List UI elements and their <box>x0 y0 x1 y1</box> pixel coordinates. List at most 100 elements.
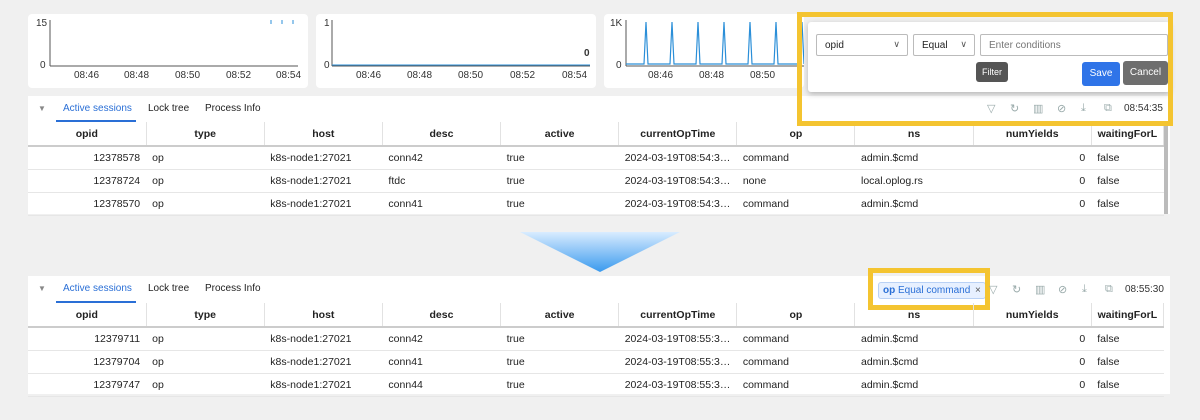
column-header[interactable]: active <box>500 303 620 328</box>
cell: command <box>736 192 855 216</box>
cell: 0 <box>973 192 1092 216</box>
cell: admin.$cmd <box>854 146 974 170</box>
column-header[interactable]: opid <box>28 303 147 328</box>
cell: 0 <box>973 373 1092 397</box>
cell: 12379747 <box>28 373 147 397</box>
column-header[interactable]: type <box>146 122 265 147</box>
chart-x-tick: 08:48 <box>407 70 433 81</box>
tab-process-info[interactable]: Process Info <box>205 283 261 294</box>
cell: true <box>500 169 619 193</box>
cell: false <box>1091 169 1164 193</box>
column-header[interactable]: host <box>264 303 383 328</box>
column-header[interactable]: op <box>736 303 856 328</box>
cell: 2024-03-19T08:55:30... <box>618 350 737 374</box>
cell: conn41 <box>382 350 501 374</box>
cell: 2024-03-19T08:55:30... <box>618 373 737 397</box>
refresh-time: 08:55:30 <box>1125 284 1164 295</box>
columns-icon[interactable]: ▥ <box>1035 283 1045 296</box>
tab-process-info[interactable]: Process Info <box>205 103 261 114</box>
chart-x-tick: 08:46 <box>74 70 100 81</box>
cell: k8s-node1:27021 <box>264 146 383 170</box>
cell: admin.$cmd <box>854 327 974 351</box>
table-row[interactable]: 12379711 op k8s-node1:27021 conn42 true … <box>28 327 1164 351</box>
column-header[interactable]: desc <box>382 303 502 328</box>
cell: false <box>1091 350 1164 374</box>
cell: k8s-node1:27021 <box>264 169 383 193</box>
cell: conn44 <box>382 373 501 397</box>
cell: command <box>736 373 855 397</box>
cell: 0 <box>973 327 1092 351</box>
chart-x-tick: 08:48 <box>699 70 725 81</box>
cell: k8s-node1:27021 <box>264 192 383 216</box>
tab-active-sessions[interactable]: Active sessions <box>63 103 132 114</box>
cell: k8s-node1:27021 <box>264 327 383 351</box>
chart-x-tick: 08:46 <box>356 70 382 81</box>
tab-bar: ▼ Active sessions Lock tree Process Info <box>28 276 1170 303</box>
cell: conn42 <box>382 146 501 170</box>
cell: command <box>736 350 855 374</box>
highlight-box-popup <box>797 12 1173 126</box>
cell: op <box>146 146 265 170</box>
column-header[interactable]: desc <box>382 122 502 147</box>
sessions-table-top: opid type host desc active currentOpTime… <box>28 122 1165 216</box>
chart-last-value: 0 <box>584 48 590 59</box>
cell: true <box>500 373 619 397</box>
column-header[interactable]: currentOpTime <box>618 122 738 147</box>
table-row[interactable]: 12378724 op k8s-node1:27021 ftdc true 20… <box>28 169 1164 193</box>
cell: 12378724 <box>28 169 147 193</box>
chart-x-tick: 08:52 <box>226 70 252 81</box>
cell: true <box>500 327 619 351</box>
copy-icon[interactable]: ⧉ <box>1105 283 1113 296</box>
download-icon[interactable]: ⤓ <box>1082 283 1087 296</box>
scrollbar-top[interactable] <box>1164 122 1168 214</box>
table-row[interactable]: 12378578 op k8s-node1:27021 conn42 true … <box>28 146 1164 170</box>
cell: command <box>736 146 855 170</box>
chart-x-tick: 08:46 <box>648 70 674 81</box>
cell: true <box>500 146 619 170</box>
column-header[interactable]: numYields <box>973 303 1092 328</box>
column-header[interactable]: opid <box>28 122 147 147</box>
table-row[interactable]: 12379747 op k8s-node1:27021 conn44 true … <box>28 373 1164 397</box>
cell: false <box>1091 146 1164 170</box>
cell: true <box>500 192 619 216</box>
cell: 12378578 <box>28 146 147 170</box>
cell: admin.$cmd <box>854 192 974 216</box>
cell: op <box>146 192 265 216</box>
column-header[interactable]: active <box>500 122 620 147</box>
column-header[interactable]: currentOpTime <box>618 303 738 328</box>
filter-icon[interactable]: ▽ <box>989 283 997 296</box>
table-row[interactable]: 12379704 op k8s-node1:27021 conn41 true … <box>28 350 1164 374</box>
chart-card-3: 1K 0 08:46 08:48 08:50 <box>604 14 804 88</box>
collapse-caret-icon[interactable]: ▼ <box>38 104 46 113</box>
refresh-icon[interactable]: ↻ <box>1012 283 1021 296</box>
cell: false <box>1091 192 1164 216</box>
column-header[interactable]: waitingForL <box>1091 303 1165 328</box>
arrow-down-icon <box>520 232 680 272</box>
chart-x-tick: 08:50 <box>458 70 484 81</box>
cell: 2024-03-19T08:54:35... <box>618 169 737 193</box>
cell: conn42 <box>382 327 501 351</box>
cell: admin.$cmd <box>854 373 974 397</box>
chart-plot-1 <box>49 20 298 67</box>
column-header[interactable]: type <box>146 303 265 328</box>
clear-icon[interactable]: ⊘ <box>1058 283 1067 296</box>
chart-x-tick: 08:52 <box>510 70 536 81</box>
table-row[interactable]: 12378570 op k8s-node1:27021 conn41 true … <box>28 192 1164 216</box>
cell: op <box>146 169 265 193</box>
collapse-caret-icon[interactable]: ▼ <box>38 284 46 293</box>
cell: op <box>146 350 265 374</box>
tab-active-sessions[interactable]: Active sessions <box>63 283 132 294</box>
sessions-table-bottom: opid type host desc active currentOpTime… <box>28 303 1165 397</box>
cell: op <box>146 373 265 397</box>
column-header[interactable]: ns <box>854 303 974 328</box>
cell: k8s-node1:27021 <box>264 350 383 374</box>
tab-lock-tree[interactable]: Lock tree <box>148 103 189 114</box>
cell: none <box>736 169 855 193</box>
tab-lock-tree[interactable]: Lock tree <box>148 283 189 294</box>
cell: ftdc <box>382 169 501 193</box>
cell: 0 <box>973 169 1092 193</box>
column-header[interactable]: host <box>264 122 383 147</box>
chart-x-tick: 08:50 <box>175 70 201 81</box>
cell: 2024-03-19T08:55:30... <box>618 327 737 351</box>
cell: 2024-03-19T08:54:35... <box>618 192 737 216</box>
